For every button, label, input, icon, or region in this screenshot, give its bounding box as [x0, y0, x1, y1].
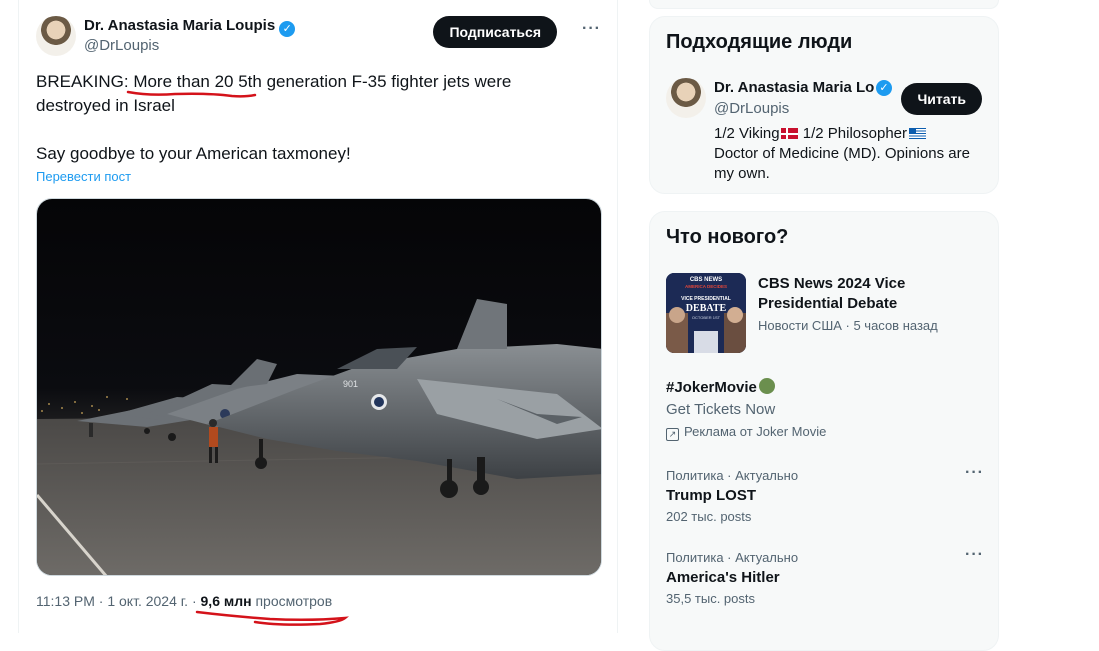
- verified-badge-icon: ✓: [279, 21, 296, 37]
- views-label: просмотров: [255, 593, 333, 609]
- bio-line-1: 1/2 Viking 1/2 Philosopher: [714, 124, 984, 144]
- translate-link[interactable]: Перевести пост: [36, 169, 131, 184]
- bio-line-3: my own.: [714, 165, 770, 182]
- trend-category: Политика · Актуально: [666, 550, 799, 565]
- who-to-follow-card: Подходящие люди Dr. Anastasia Maria Loup…: [649, 16, 999, 194]
- ad-title[interactable]: #JokerMovie: [666, 378, 775, 396]
- ad-hashtag[interactable]: #JokerMovie: [666, 379, 757, 396]
- tweet-media-photo[interactable]: 901: [36, 198, 602, 576]
- debate-thumbnail-image: CBS NEWS AMERICA DECIDES VICE PRESIDENTI…: [666, 273, 746, 353]
- bio-part-2: 1/2 Philosopher: [798, 125, 908, 142]
- thumb-date: OCTOBER 1ST: [692, 315, 721, 320]
- promoted-arrow-icon: ↗: [666, 428, 679, 441]
- denmark-flag-icon: [780, 128, 798, 139]
- tweet-author-row: Dr. Anastasia Maria Loupis ✓ @DrLoupis По…: [36, 16, 601, 60]
- suggested-person-bio: 1/2 Viking 1/2 Philosopher Doctor of Med…: [714, 124, 984, 184]
- trend-item[interactable]: Политика · Актуально America's Hitler 35…: [666, 546, 984, 606]
- news-thumbnail[interactable]: CBS NEWS AMERICA DECIDES VICE PRESIDENTI…: [666, 273, 746, 353]
- ad-subtitle[interactable]: Get Tickets Now: [666, 401, 775, 418]
- tweet-meta: 11:13 PM · 1 окт. 2024 г. · 9,6 млн прос…: [36, 593, 333, 609]
- tweet-text-highlight: More than 20 5th: [133, 72, 262, 91]
- whats-new-title: Что нового?: [666, 226, 789, 248]
- tweet-time[interactable]: 11:13 PM: [36, 593, 95, 609]
- tweet-text: BREAKING: More than 20 5th generation F-…: [36, 70, 576, 166]
- more-options-icon[interactable]: ···: [965, 546, 984, 564]
- tweet-text-line-3: Say goodbye to your American taxmoney!: [36, 144, 351, 163]
- follow-button[interactable]: Читать: [901, 83, 982, 115]
- news-title[interactable]: CBS News 2024 Vice Presidential Debate: [758, 274, 978, 314]
- tweet-column: Dr. Anastasia Maria Loupis ✓ @DrLoupis По…: [18, 0, 618, 633]
- joker-emoji-icon: [758, 378, 775, 394]
- trend-category: Политика · Актуально: [666, 468, 799, 483]
- greece-flag-icon: [909, 128, 927, 139]
- suggested-person-avatar[interactable]: [666, 78, 706, 118]
- tweet-text-line-1: BREAKING: More than 20 5th generation F-…: [36, 70, 576, 94]
- ad-label-text: Реклама от Joker Movie: [684, 424, 827, 439]
- f35-jets-photo: 901: [37, 199, 601, 575]
- tweet-text-prefix: BREAKING:: [36, 72, 134, 91]
- thumb-brand: CBS NEWS: [690, 277, 722, 283]
- views-count: 9,6 млн: [200, 593, 252, 609]
- ad-label: ↗ Реклама от Joker Movie: [666, 424, 826, 441]
- thumb-subtitle: AMERICA DECIDES: [685, 284, 727, 289]
- whats-new-card: Что нового? CBS NEWS AMERICA DECIDES VIC…: [649, 211, 999, 651]
- tweet-date[interactable]: 1 окт. 2024 г.: [107, 593, 188, 609]
- who-to-follow-title: Подходящие люди: [666, 31, 853, 53]
- jet-tail-number: 901: [343, 379, 358, 389]
- author-name-wrap[interactable]: Dr. Anastasia Maria Loupis ✓: [84, 17, 296, 37]
- sidebar-top-card-edge: [649, 0, 999, 9]
- author-avatar[interactable]: [36, 16, 76, 56]
- verified-badge-icon: ✓: [876, 80, 892, 96]
- trend-title[interactable]: Trump LOST: [666, 487, 984, 504]
- tweet-text-rest: generation F-35 fighter jets were: [261, 72, 512, 91]
- author-handle[interactable]: @DrLoupis: [84, 37, 159, 54]
- subscribe-button[interactable]: Подписаться: [433, 16, 557, 48]
- suggested-person-name[interactable]: Dr. Anastasia Maria Loupis: [714, 79, 874, 96]
- bio-line-2: Doctor of Medicine (MD). Opinions are: [714, 145, 970, 162]
- more-options-icon[interactable]: ···: [965, 464, 984, 482]
- author-name[interactable]: Dr. Anastasia Maria Loupis: [84, 17, 275, 34]
- tweet-text-line-2: destroyed in Israel: [36, 96, 175, 115]
- more-options-icon[interactable]: ···: [582, 20, 601, 38]
- trend-count: 202 тыс. posts: [666, 509, 752, 524]
- trend-count: 35,5 тыс. posts: [666, 591, 756, 606]
- thumb-headline-1: VICE PRESIDENTIAL: [681, 296, 731, 302]
- suggested-person-handle[interactable]: @DrLoupis: [714, 100, 789, 117]
- thumb-headline-2: DEBATE: [686, 303, 727, 314]
- trend-title[interactable]: America's Hitler: [666, 569, 984, 586]
- news-meta: Новости США · 5 часов назад: [758, 318, 938, 333]
- trend-item[interactable]: Политика · Актуально Trump LOST 202 тыс.…: [666, 464, 984, 524]
- bio-part-1: 1/2 Viking: [714, 125, 780, 142]
